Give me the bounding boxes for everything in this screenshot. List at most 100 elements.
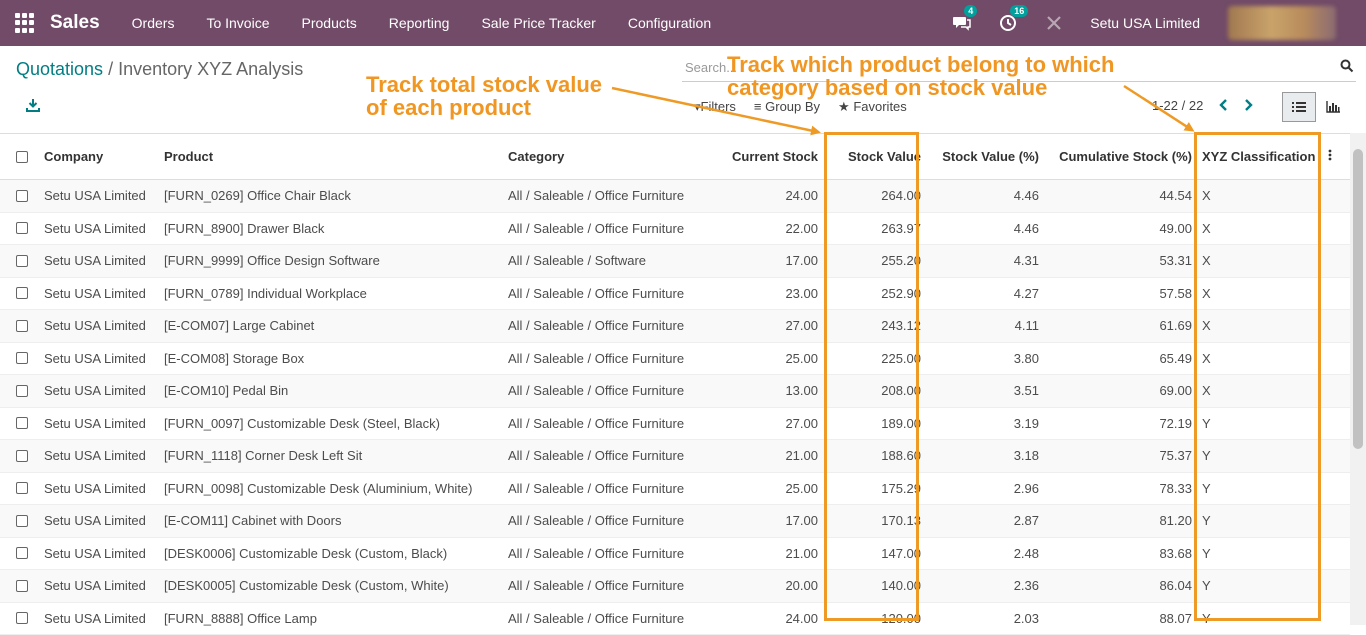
row-checkbox[interactable] xyxy=(16,547,28,560)
row-spacer xyxy=(1322,407,1350,440)
row-select-cell[interactable] xyxy=(0,537,38,570)
activities-clock-icon[interactable]: 16 xyxy=(998,5,1029,33)
header-stock-value-pct[interactable]: Stock Value (%) xyxy=(927,134,1045,180)
row-select-cell[interactable] xyxy=(0,342,38,375)
cell-current-stock: 21.00 xyxy=(785,545,818,561)
row-spacer xyxy=(1322,472,1350,505)
cell-product: [E-COM10] Pedal Bin xyxy=(164,383,289,399)
header-current-stock[interactable]: Current Stock xyxy=(709,134,824,180)
cell-category: All / Saleable / Office Furniture xyxy=(508,415,685,431)
header-cumulative-stock[interactable]: Cumulative Stock (%) xyxy=(1045,134,1198,180)
table-row[interactable]: Setu USA Limited [FURN_0097] Customizable… xyxy=(0,407,1350,440)
messages-icon[interactable]: 4 xyxy=(952,5,978,33)
favorites-button[interactable]: ★ Favorites xyxy=(838,99,907,115)
select-all-cell[interactable] xyxy=(0,134,38,180)
row-select-cell[interactable] xyxy=(0,602,38,635)
menu-reporting[interactable]: Reporting xyxy=(373,15,466,31)
row-checkbox[interactable] xyxy=(16,449,28,462)
row-select-cell[interactable] xyxy=(0,245,38,278)
cell-current-stock: 23.00 xyxy=(785,285,818,301)
row-select-cell[interactable] xyxy=(0,212,38,245)
row-spacer xyxy=(1322,537,1350,570)
menu-products[interactable]: Products xyxy=(286,15,373,31)
row-checkbox[interactable] xyxy=(16,287,28,300)
cell-cumulative-stock: 75.37 xyxy=(1159,448,1192,464)
menu-configuration[interactable]: Configuration xyxy=(612,15,727,31)
row-select-cell[interactable] xyxy=(0,472,38,505)
row-spacer xyxy=(1322,602,1350,635)
row-checkbox[interactable] xyxy=(16,352,28,365)
table-row[interactable]: Setu USA Limited [DESK0006] Customizable … xyxy=(0,537,1350,570)
pager-value[interactable]: 1-22 / 22 xyxy=(1152,98,1203,113)
row-checkbox[interactable] xyxy=(16,417,28,430)
cell-company: Setu USA Limited xyxy=(44,513,146,529)
row-checkbox[interactable] xyxy=(16,319,28,332)
row-checkbox[interactable] xyxy=(16,514,28,527)
row-checkbox[interactable] xyxy=(16,254,28,267)
menu-to-invoice[interactable]: To Invoice xyxy=(190,15,285,31)
row-select-cell[interactable] xyxy=(0,277,38,310)
download-icon[interactable] xyxy=(26,98,40,112)
table-row[interactable]: Setu USA Limited [FURN_8888] Office Lamp A… xyxy=(0,602,1350,635)
cell-company: Setu USA Limited xyxy=(44,188,146,204)
table-row[interactable]: Setu USA Limited [FURN_8900] Drawer Black… xyxy=(0,212,1350,245)
search-icon[interactable] xyxy=(1340,59,1354,78)
row-select-cell[interactable] xyxy=(0,407,38,440)
app-name[interactable]: Sales xyxy=(50,12,100,34)
company-switcher[interactable]: Setu USA Limited xyxy=(1090,15,1200,31)
select-all-checkbox[interactable] xyxy=(16,150,28,163)
row-select-cell[interactable] xyxy=(0,440,38,473)
menu-sale-price-tracker[interactable]: Sale Price Tracker xyxy=(465,15,611,31)
cell-current-stock: 13.00 xyxy=(785,383,818,399)
row-checkbox[interactable] xyxy=(16,384,28,397)
filters-button[interactable]: ▾Filters xyxy=(694,99,736,115)
row-checkbox[interactable] xyxy=(16,222,28,235)
table-row[interactable]: Setu USA Limited [E-COM10] Pedal Bin All /… xyxy=(0,374,1350,408)
table-row[interactable]: Setu USA Limited [FURN_0789] Individual W… xyxy=(0,277,1350,310)
optional-columns-toggle[interactable] xyxy=(1322,134,1350,180)
scrollbar-thumb[interactable] xyxy=(1353,149,1363,449)
tools-icon[interactable] xyxy=(1044,13,1064,33)
list-view-button[interactable] xyxy=(1282,92,1316,122)
table-row[interactable]: Setu USA Limited [E-COM08] Storage Box All… xyxy=(0,342,1350,375)
breadcrumb-quotations[interactable]: Quotations xyxy=(16,59,103,79)
cell-stock-value-pct: 4.46 xyxy=(1013,220,1039,236)
user-avatar[interactable] xyxy=(1228,6,1336,40)
cell-category: All / Saleable / Office Furniture xyxy=(508,480,685,496)
chevron-right-icon[interactable] xyxy=(1244,98,1254,117)
table-row[interactable]: Setu USA Limited [FURN_0269] Office Chair… xyxy=(0,179,1350,213)
cell-stock-value-pct: 2.48 xyxy=(1013,545,1039,561)
cell-current-stock: 24.00 xyxy=(785,188,818,204)
row-checkbox[interactable] xyxy=(16,579,28,592)
cell-stock-value-pct: 2.87 xyxy=(1013,513,1039,529)
cell-cumulative-stock: 69.00 xyxy=(1159,383,1192,399)
row-select-cell[interactable] xyxy=(0,310,38,343)
row-checkbox[interactable] xyxy=(16,189,28,202)
search-options: ▾Filters ≡ Group By ★ Favorites xyxy=(694,99,907,115)
table-row[interactable]: Setu USA Limited [FURN_0098] Customizable… xyxy=(0,472,1350,505)
row-select-cell[interactable] xyxy=(0,505,38,538)
header-company[interactable]: Company xyxy=(38,134,158,180)
table-row[interactable]: Setu USA Limited [FURN_9999] Office Desig… xyxy=(0,244,1350,278)
row-checkbox[interactable] xyxy=(16,612,28,625)
header-category[interactable]: Category xyxy=(502,134,709,180)
row-checkbox[interactable] xyxy=(16,482,28,495)
table-row[interactable]: Setu USA Limited [E-COM11] Cabinet with D… xyxy=(0,504,1350,538)
menu-orders[interactable]: Orders xyxy=(116,15,191,31)
vertical-scrollbar[interactable] xyxy=(1350,133,1366,625)
chevron-left-icon[interactable] xyxy=(1218,98,1228,117)
header-product[interactable]: Product xyxy=(158,134,502,180)
table-row[interactable]: Setu USA Limited [DESK0005] Customizable … xyxy=(0,569,1350,603)
apps-grid-icon[interactable] xyxy=(15,13,35,33)
row-select-cell[interactable] xyxy=(0,180,38,213)
annotation-text-stock-value: Track total stock value of each product xyxy=(366,72,602,120)
cell-product: [FURN_9999] Office Design Software xyxy=(164,253,380,269)
graph-view-button[interactable] xyxy=(1316,92,1350,122)
row-select-cell[interactable] xyxy=(0,570,38,603)
cell-company: Setu USA Limited xyxy=(44,545,146,561)
row-select-cell[interactable] xyxy=(0,375,38,408)
row-spacer xyxy=(1322,310,1350,343)
table-row[interactable]: Setu USA Limited [FURN_1118] Corner Desk … xyxy=(0,439,1350,473)
groupby-button[interactable]: ≡ Group By xyxy=(754,99,820,115)
table-row[interactable]: Setu USA Limited [E-COM07] Large Cabinet A… xyxy=(0,309,1350,343)
